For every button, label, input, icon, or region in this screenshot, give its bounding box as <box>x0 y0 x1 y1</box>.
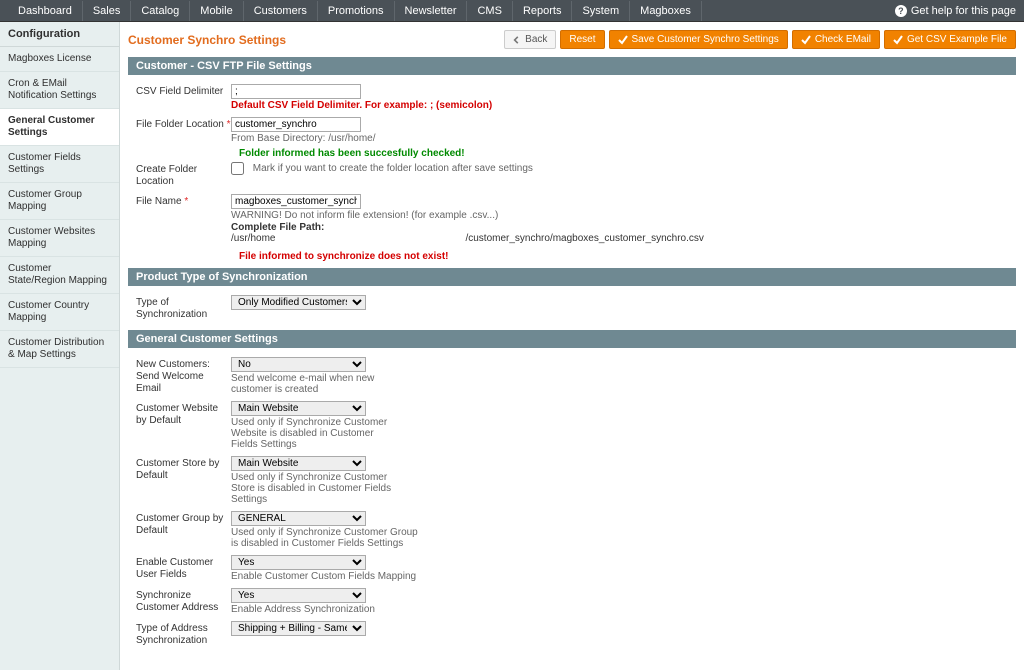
complete-path-label: Complete File Path: <box>231 222 1016 233</box>
nav-promotions[interactable]: Promotions <box>318 1 395 21</box>
website-label: Customer Website by Default <box>136 401 231 450</box>
group-note: Used only if Synchronize Customer Group … <box>231 527 421 549</box>
create-folder-checkbox[interactable] <box>231 162 244 175</box>
addrtype-label: Type of Address Synchronization <box>136 621 231 647</box>
nav-newsletter[interactable]: Newsletter <box>395 1 468 21</box>
check-email-button[interactable]: Check EMail <box>792 30 880 49</box>
store-select[interactable]: Main Website <box>231 456 366 471</box>
sidebar-item-cron[interactable]: Cron & EMail Notification Settings <box>0 72 119 109</box>
folder-location-input[interactable] <box>231 117 361 132</box>
sidebar-item-license[interactable]: Magboxes License <box>0 47 119 72</box>
page-title: Customer Synchro Settings <box>128 33 286 47</box>
userfields-label: Enable Customer User Fields <box>136 555 231 582</box>
get-csv-button[interactable]: Get CSV Example File <box>884 30 1016 49</box>
top-menu: Dashboard Sales Catalog Mobile Customers… <box>8 1 702 21</box>
create-folder-label: Create Folder Location <box>136 162 231 188</box>
sidebar-item-general[interactable]: General Customer Settings <box>0 109 119 146</box>
sidebar: Configuration Magboxes License Cron & EM… <box>0 22 120 670</box>
main-content: Customer Synchro Settings Back Reset Sav… <box>120 22 1024 670</box>
sidebar-item-distribution[interactable]: Customer Distribution & Map Settings <box>0 331 119 368</box>
get-csv-label: Get CSV Example File <box>907 34 1007 45</box>
file-missing-note: File informed to synchronize does not ex… <box>239 251 1016 262</box>
website-note: Used only if Synchronize Customer Websit… <box>231 417 401 450</box>
filename-warning-note: WARNING! Do not inform file extension! (… <box>231 210 1016 221</box>
welcome-select[interactable]: No <box>231 357 366 372</box>
sidebar-item-group[interactable]: Customer Group Mapping <box>0 183 119 220</box>
back-button[interactable]: Back <box>504 30 556 49</box>
store-note: Used only if Synchronize Customer Store … <box>231 472 411 505</box>
welcome-note: Send welcome e-mail when new customer is… <box>231 373 401 395</box>
reset-button[interactable]: Reset <box>560 30 604 49</box>
nav-customers[interactable]: Customers <box>244 1 318 21</box>
csv-delimiter-input[interactable] <box>231 84 361 99</box>
help-icon: ? <box>895 5 907 17</box>
sidebar-heading: Configuration <box>0 22 119 47</box>
help-label: Get help for this page <box>911 5 1016 17</box>
sync-type-select[interactable]: Only Modified Customers <box>231 295 366 310</box>
nav-catalog[interactable]: Catalog <box>131 1 190 21</box>
folder-checked-note: Folder informed has been succesfully che… <box>239 148 1016 159</box>
page-header: Customer Synchro Settings Back Reset Sav… <box>128 30 1016 49</box>
section-ftp-title[interactable]: Customer - CSV FTP File Settings <box>128 57 1016 75</box>
address-note: Enable Address Synchronization <box>231 604 1016 615</box>
back-icon <box>513 36 521 44</box>
csv-delimiter-label: CSV Field Delimiter <box>136 84 231 111</box>
welcome-label: New Customers: Send Welcome Email <box>136 357 231 395</box>
sidebar-item-websites[interactable]: Customer Websites Mapping <box>0 220 119 257</box>
sidebar-item-country[interactable]: Customer Country Mapping <box>0 294 119 331</box>
nav-system[interactable]: System <box>572 1 630 21</box>
save-label: Save Customer Synchro Settings <box>632 34 779 45</box>
check-icon <box>801 35 811 45</box>
top-nav: Dashboard Sales Catalog Mobile Customers… <box>0 0 1024 22</box>
back-label: Back <box>525 34 547 45</box>
nav-magboxes[interactable]: Magboxes <box>630 1 702 21</box>
check-icon <box>893 35 903 45</box>
csv-delimiter-note: Default CSV Field Delimiter. For example… <box>231 100 1016 111</box>
group-label: Customer Group by Default <box>136 511 231 549</box>
address-label: Synchronize Customer Address <box>136 588 231 615</box>
nav-reports[interactable]: Reports <box>513 1 573 21</box>
check-email-label: Check EMail <box>815 34 871 45</box>
save-button[interactable]: Save Customer Synchro Settings <box>609 30 788 49</box>
userfields-select[interactable]: Yes <box>231 555 366 570</box>
sidebar-item-fields[interactable]: Customer Fields Settings <box>0 146 119 183</box>
folder-location-label: File Folder Location * <box>136 117 231 144</box>
filename-label: File Name * <box>136 194 231 244</box>
nav-mobile[interactable]: Mobile <box>190 1 243 21</box>
section-sync-title[interactable]: Product Type of Synchronization <box>128 268 1016 286</box>
help-link[interactable]: ? Get help for this page <box>895 5 1016 17</box>
group-select[interactable]: GENERAL <box>231 511 366 526</box>
nav-sales[interactable]: Sales <box>83 1 132 21</box>
complete-path-value: /usr/home/customer_synchro/magboxes_cust… <box>231 233 1016 244</box>
folder-base-note: From Base Directory: /usr/home/ <box>231 133 1016 144</box>
address-select[interactable]: Yes <box>231 588 366 603</box>
create-folder-note: Mark if you want to create the folder lo… <box>253 163 533 174</box>
nav-dashboard[interactable]: Dashboard <box>8 1 83 21</box>
nav-cms[interactable]: CMS <box>467 1 512 21</box>
sync-type-label: Type of Synchronization <box>136 295 231 321</box>
filename-input[interactable] <box>231 194 361 209</box>
website-select[interactable]: Main Website <box>231 401 366 416</box>
addrtype-select[interactable]: Shipping + Billing - Same address <box>231 621 366 636</box>
userfields-note: Enable Customer Custom Fields Mapping <box>231 571 1016 582</box>
check-icon <box>618 35 628 45</box>
sidebar-item-state[interactable]: Customer State/Region Mapping <box>0 257 119 294</box>
store-label: Customer Store by Default <box>136 456 231 505</box>
section-general-title[interactable]: General Customer Settings <box>128 330 1016 348</box>
